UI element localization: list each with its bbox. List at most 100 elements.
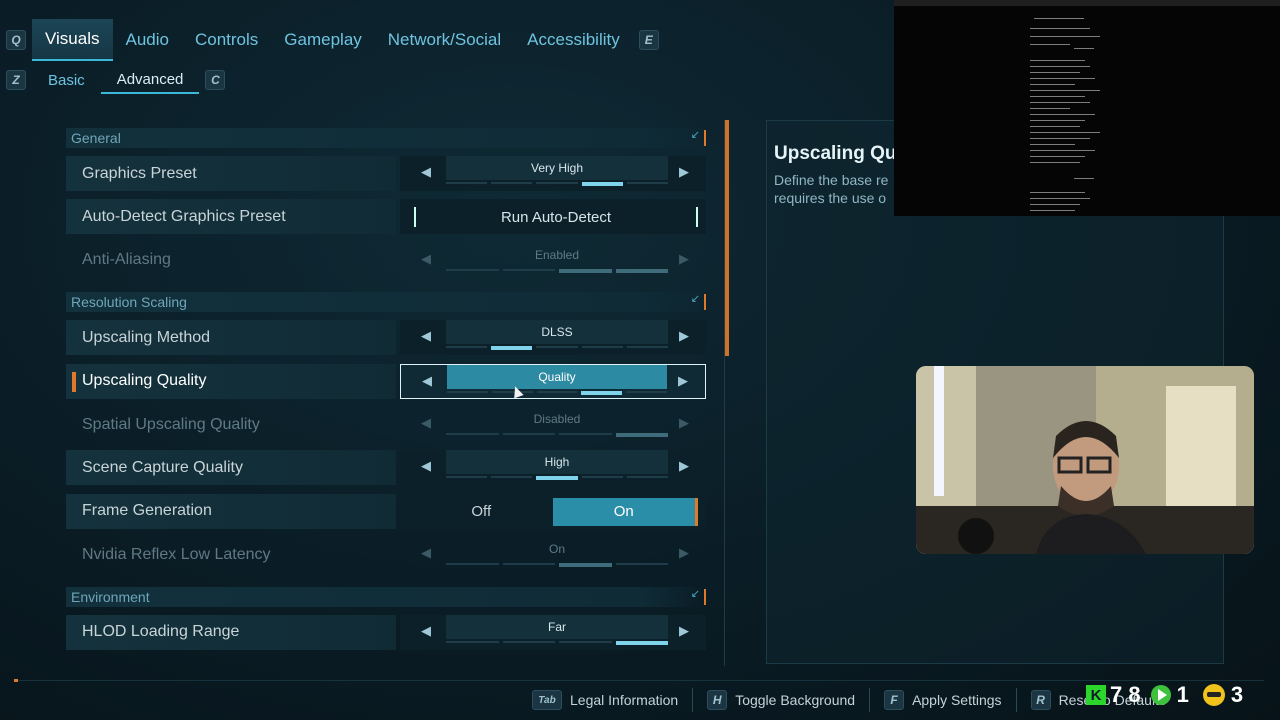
toggle-background-button[interactable]: Toggle Background: [735, 692, 855, 708]
kick-count: 7 8: [1110, 682, 1141, 707]
arrow-left-icon[interactable]: ◀: [416, 164, 436, 180]
arrow-left-icon: ◀: [421, 545, 431, 561]
f-key-hint: F: [884, 690, 905, 710]
section-general: General: [66, 128, 706, 148]
setting-graphics-preset[interactable]: Graphics Preset ◀ Very High ▶: [66, 152, 706, 195]
run-auto-detect-button[interactable]: Run Auto-Detect: [414, 207, 698, 228]
stream-counters: K 7 8 1 3: [1086, 682, 1243, 708]
level-ticks: [446, 476, 669, 481]
legal-information-button[interactable]: Legal Information: [570, 692, 678, 708]
description-line: requires the use o: [774, 190, 887, 206]
level-tick: [491, 182, 533, 184]
footer-separator: [1015, 688, 1017, 712]
setting-scene-capture-quality[interactable]: Scene Capture Quality ◀ High ▶: [66, 446, 706, 489]
browser-text-line: [1030, 114, 1095, 115]
selector-control: ◀ On ▶: [400, 537, 706, 572]
browser-text-line: [1030, 96, 1085, 97]
footer-divider: [14, 679, 1264, 682]
selector-value-box: Disabled: [446, 407, 668, 431]
arrow-left-icon[interactable]: ◀: [417, 373, 437, 389]
setting-auto-detect[interactable]: Auto-Detect Graphics Preset Run Auto-Det…: [66, 195, 706, 238]
toggle-on-option[interactable]: On: [552, 497, 698, 526]
tab-accessibility[interactable]: Accessibility: [514, 20, 633, 60]
scrollbar-thumb[interactable]: [725, 120, 729, 356]
level-tick: [581, 476, 623, 479]
collapse-icon[interactable]: [691, 292, 706, 311]
arrow-right-icon[interactable]: ▶: [674, 458, 694, 474]
selector-value-box: On: [446, 537, 668, 561]
level-tick: [626, 476, 669, 479]
setting-label: Graphics Preset: [82, 164, 197, 182]
setting-frame-generation[interactable]: Frame Generation Off On: [66, 490, 706, 533]
section-environment: Environment: [66, 586, 706, 607]
arrow-right-icon[interactable]: ▶: [674, 328, 694, 344]
setting-label: HLOD Loading Range: [82, 623, 240, 641]
level-tick: [536, 390, 578, 393]
arrow-left-icon[interactable]: ◀: [416, 328, 436, 344]
apply-settings-button[interactable]: Apply Settings: [912, 692, 1002, 708]
level-tick: [615, 640, 668, 645]
arrow-left-icon[interactable]: ◀: [416, 458, 436, 474]
browser-text-line: [1030, 150, 1095, 151]
main-tabs: Q Visuals Audio Controls Gameplay Networ…: [0, 18, 665, 62]
selector-value: Quality: [538, 369, 576, 384]
subtab-basic[interactable]: Basic: [32, 68, 101, 93]
level-tick: [581, 346, 623, 349]
selector-value-box: Very High: [446, 156, 668, 180]
subtab-advanced[interactable]: Advanced: [100, 67, 200, 94]
browser-text-line: [1030, 192, 1085, 193]
tab-controls[interactable]: Controls: [182, 20, 271, 60]
level-tick: [559, 640, 612, 643]
browser-text-line: [1030, 144, 1075, 145]
level-ticks: [446, 182, 669, 186]
webcam-feed: [916, 366, 1254, 554]
level-tick: [491, 476, 533, 479]
selector-value: Disabled: [533, 411, 581, 426]
selector-control: ◀ Enabled ▶: [400, 243, 706, 278]
browser-text-line: [1074, 178, 1094, 179]
collapse-icon[interactable]: [691, 587, 706, 605]
selector-control: ◀ DLSS ▶: [400, 320, 706, 356]
tab-visuals[interactable]: Visuals: [32, 19, 113, 61]
footer-separator: [692, 688, 694, 712]
arrow-right-icon[interactable]: ▶: [674, 164, 694, 180]
q-key-hint: Q: [6, 30, 26, 50]
footer-separator: [869, 688, 871, 712]
level-tick: [581, 390, 623, 395]
browser-text-line: [1030, 204, 1080, 205]
tab-audio[interactable]: Audio: [113, 20, 182, 60]
setting-upscaling-quality[interactable]: Upscaling Quality ◀ Quality ▶: [66, 360, 706, 403]
level-ticks: [446, 640, 668, 645]
browser-text-line: [1030, 60, 1085, 61]
browser-text-line: [1030, 36, 1100, 37]
kick-icon: K: [1086, 685, 1106, 705]
selector-value-box: Enabled: [446, 243, 668, 267]
level-tick: [446, 476, 488, 479]
setting-upscaling-method[interactable]: Upscaling Method ◀ DLSS ▶: [66, 316, 706, 359]
description-line: Define the base re: [774, 172, 889, 188]
browser-text-line: [1030, 126, 1080, 127]
setting-hlod-loading-range[interactable]: HLOD Loading Range ◀ Far ▶: [66, 611, 706, 654]
section-title: General: [71, 130, 121, 146]
tab-gameplay[interactable]: Gameplay: [271, 20, 374, 60]
browser-overlay: [894, 0, 1280, 216]
level-ticks: [447, 390, 667, 395]
arrow-right-icon[interactable]: ▶: [673, 373, 693, 389]
settings-scrollbar[interactable]: [724, 120, 732, 666]
browser-text-line: [1030, 84, 1075, 85]
bee-icon: [1202, 684, 1225, 706]
browser-text-line: [1030, 102, 1090, 103]
setting-label: Frame Generation: [82, 502, 212, 520]
level-ticks: [446, 346, 669, 351]
tab-network-social[interactable]: Network/Social: [375, 20, 514, 60]
collapse-icon[interactable]: [691, 128, 706, 146]
setting-label: Anti-Aliasing: [82, 251, 171, 269]
arrow-left-icon[interactable]: ◀: [416, 623, 436, 639]
level-tick: [581, 182, 623, 186]
toggle-off-option[interactable]: Off: [410, 498, 553, 526]
selector-value: Very High: [530, 161, 584, 175]
level-tick: [536, 182, 578, 184]
arrow-right-icon[interactable]: ▶: [674, 623, 694, 639]
description-text: Define the base re requires the use o: [774, 171, 888, 207]
e-key-hint: E: [638, 30, 659, 50]
